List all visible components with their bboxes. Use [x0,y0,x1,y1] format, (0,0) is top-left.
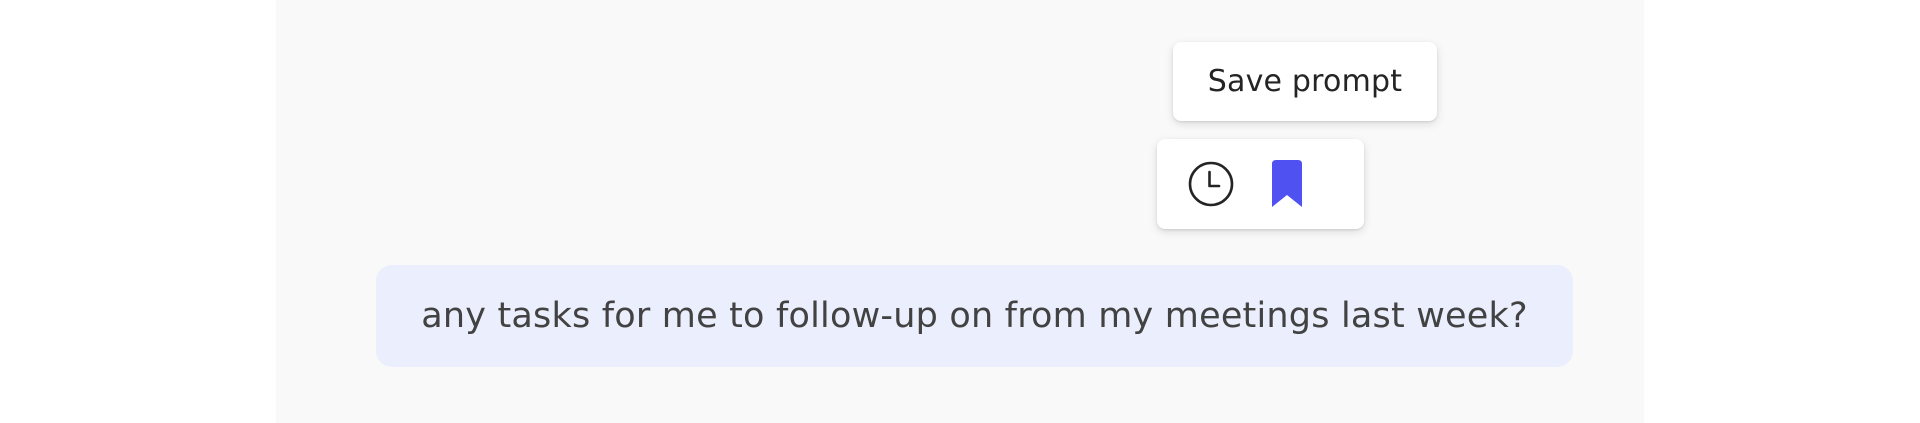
user-message-text: any tasks for me to follow-up on from my… [421,296,1528,336]
clock-icon [1188,161,1234,207]
user-message-bubble: any tasks for me to follow-up on from my… [376,265,1573,367]
message-action-toolbar [1157,139,1364,229]
save-prompt-button[interactable] [1247,139,1327,229]
bookmark-icon [1272,160,1302,207]
tooltip-text: Save prompt [1207,64,1403,99]
save-prompt-tooltip: Save prompt [1173,42,1437,121]
history-button[interactable] [1171,139,1251,229]
